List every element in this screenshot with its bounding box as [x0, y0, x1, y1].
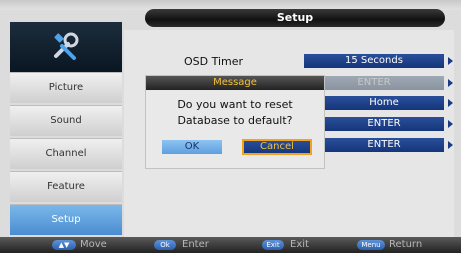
osd-timer-label: OSD Timer: [184, 55, 244, 68]
footer-hint-bar: ▲▼ Move Ok Enter Exit Exit Menu Return: [0, 237, 461, 253]
sidebar-item-sound[interactable]: Sound: [10, 105, 122, 136]
ok-key-icon: Ok: [154, 240, 176, 250]
sidebar: Picture Sound Channel Feature Setup: [10, 22, 122, 238]
exit-hint: Exit: [290, 239, 309, 250]
ok-button[interactable]: OK: [162, 140, 222, 154]
dialog-message-line2: Database to default?: [177, 114, 293, 127]
chevron-right-icon: [448, 57, 453, 65]
sidebar-item-feature[interactable]: Feature: [10, 171, 122, 202]
row2-enter-value[interactable]: ENTER: [304, 76, 444, 90]
chevron-right-icon: [448, 141, 453, 149]
row3-home-value[interactable]: Home: [324, 96, 444, 110]
sidebar-item-picture[interactable]: Picture: [10, 72, 122, 103]
return-hint: Return: [389, 239, 423, 250]
move-hint: Move: [80, 239, 107, 250]
chevron-right-icon: [448, 79, 453, 87]
row5-enter-value[interactable]: ENTER: [324, 138, 444, 152]
exit-key-icon: Exit: [262, 240, 284, 250]
page-title: Setup: [145, 9, 445, 27]
tv-osd-screen: Setup Picture Sound Channel Feature Setu…: [0, 0, 461, 253]
reset-confirm-dialog: Message Do you want to reset Database to…: [145, 75, 325, 169]
cancel-button[interactable]: Cancel: [242, 139, 312, 155]
setup-tools-icon-panel: [10, 22, 122, 72]
enter-hint: Enter: [182, 239, 209, 250]
menu-key-icon: Menu: [357, 240, 385, 250]
chevron-right-icon: [448, 120, 453, 128]
sidebar-item-setup[interactable]: Setup: [10, 204, 122, 235]
tools-icon: [54, 32, 79, 60]
dialog-message-line1: Do you want to reset: [177, 98, 293, 111]
chevron-right-icon: [448, 99, 453, 107]
move-key-icon: ▲▼: [52, 240, 76, 250]
sidebar-item-channel[interactable]: Channel: [10, 138, 122, 169]
dialog-title: Message: [146, 76, 324, 90]
row4-enter-value[interactable]: ENTER: [324, 117, 444, 131]
osd-timer-value[interactable]: 15 Seconds: [304, 54, 444, 68]
